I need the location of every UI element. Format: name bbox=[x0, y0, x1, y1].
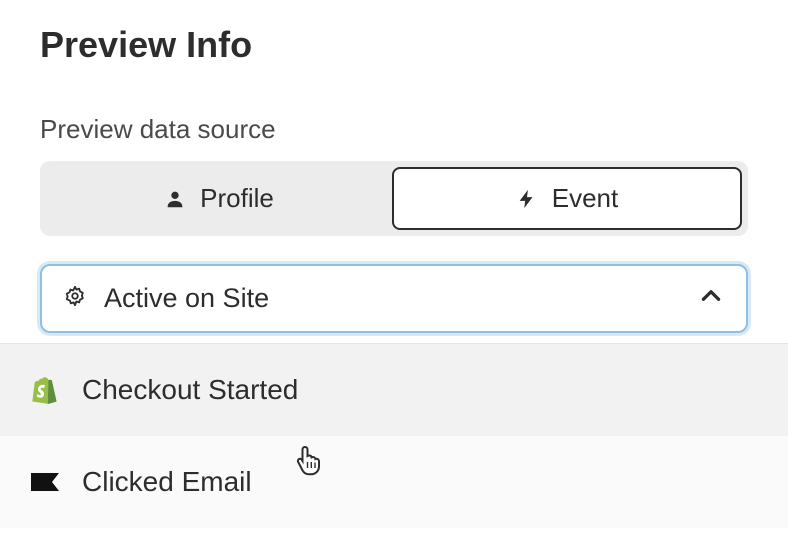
option-clicked-email[interactable]: Clicked Email bbox=[0, 436, 788, 528]
dropdown-selected-label: Active on Site bbox=[104, 283, 269, 314]
shopify-icon bbox=[30, 375, 60, 405]
tab-event-label: Event bbox=[552, 183, 619, 214]
option-label: Checkout Started bbox=[82, 374, 298, 406]
tab-profile-label: Profile bbox=[200, 183, 274, 214]
gear-icon bbox=[64, 283, 86, 314]
lightning-icon bbox=[516, 187, 538, 211]
event-dropdown[interactable]: Active on Site bbox=[40, 264, 748, 333]
option-checkout-started[interactable]: Checkout Started bbox=[0, 344, 788, 436]
tab-profile[interactable]: Profile bbox=[46, 167, 392, 230]
page-title: Preview Info bbox=[40, 24, 748, 66]
dropdown-options: Checkout Started Clicked Email bbox=[0, 343, 788, 528]
data-source-label: Preview data source bbox=[40, 114, 748, 145]
data-source-segmented: Profile Event bbox=[40, 161, 748, 236]
chevron-up-icon bbox=[698, 282, 724, 315]
person-icon bbox=[164, 188, 186, 210]
tab-event[interactable]: Event bbox=[392, 167, 742, 230]
option-label: Clicked Email bbox=[82, 466, 252, 498]
flag-icon bbox=[30, 467, 60, 497]
